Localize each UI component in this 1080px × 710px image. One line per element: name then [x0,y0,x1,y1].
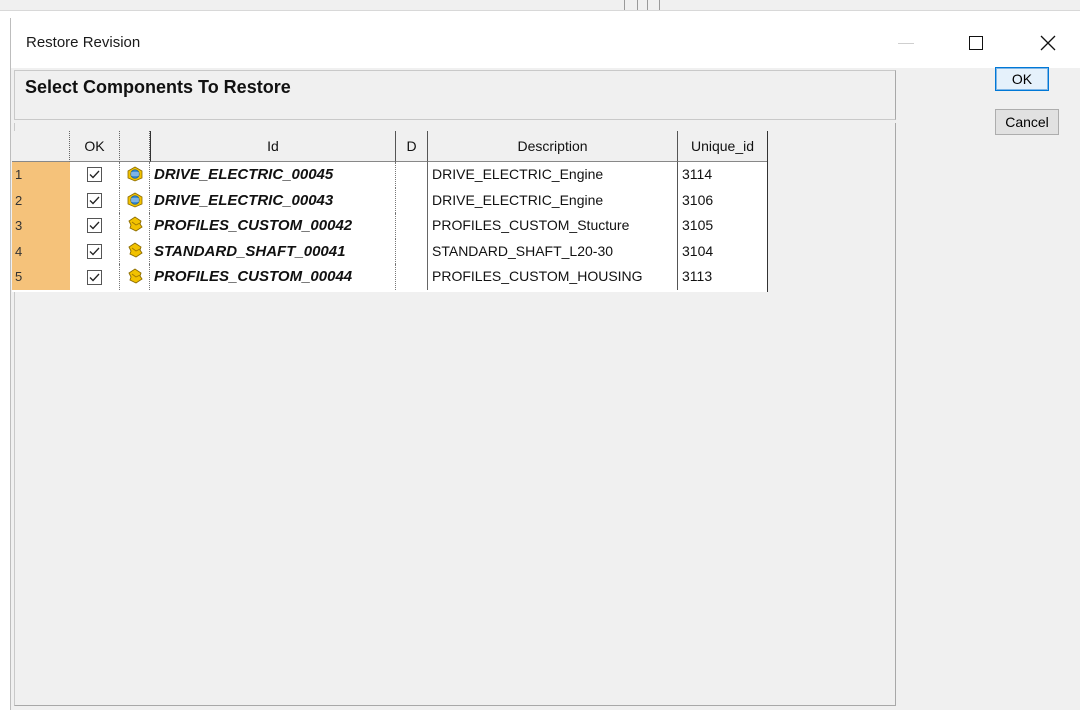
header-panel: Select Components To Restore [14,70,896,120]
icon-cell [120,264,150,290]
column-header-ok[interactable]: OK [70,131,120,162]
row-number: 1 [12,162,70,188]
ok-checkbox-cell[interactable] [70,238,120,265]
d-cell [396,162,428,188]
checkmark-icon [89,170,100,179]
ok-checkbox-cell[interactable] [70,213,120,239]
ok-checkbox[interactable] [87,269,102,285]
row-number: 5 [12,264,70,290]
row-number-header [12,131,70,162]
description-cell: DRIVE_ELECTRIC_Engine [428,162,678,188]
window-title: Restore Revision [26,34,141,51]
id-cell[interactable]: STANDARD_SHAFT_00041 [150,238,396,265]
part-icon [125,267,145,288]
description-cell: PROFILES_CUSTOM_Stucture [428,213,678,239]
unique-id-cell: 3104 [682,242,714,259]
background-strip [0,0,1080,11]
ok-button[interactable]: OK [995,67,1049,91]
icon-cell [120,238,150,265]
minimize-button[interactable] [883,18,929,68]
icon-cell [120,187,150,214]
checkmark-icon [89,247,100,256]
assembly-icon [125,164,145,185]
row-number: 3 [12,213,70,239]
table-right-edge [767,131,768,292]
column-header-id[interactable]: Id [150,131,396,162]
column-header-unique-id[interactable]: Unique_id [678,131,768,162]
unique-id-cell: 3113 [682,268,713,285]
description-cell: STANDARD_SHAFT_L20-30 [428,238,678,265]
ok-checkbox-cell[interactable] [70,162,120,188]
ok-checkbox-cell[interactable] [70,264,120,290]
row-number: 2 [12,187,70,214]
part-icon [125,215,145,236]
close-icon [1040,35,1056,51]
icon-cell [120,162,150,188]
row-number: 4 [12,238,70,265]
column-header-description[interactable]: Description [428,131,678,162]
d-cell [396,238,428,265]
splitter-grip [624,0,660,10]
unique-id-cell: 3106 [682,191,714,208]
components-table: OK Id D Description Unique_id 1 DRIVE_ELE… [12,131,768,292]
ok-checkbox-cell[interactable] [70,187,120,214]
maximize-button[interactable] [953,18,999,68]
panel-caption: Select Components To Restore [25,77,291,97]
restore-revision-dialog: Restore Revision Select Components To Re… [10,18,1080,710]
minimize-icon [898,42,914,44]
column-header-d[interactable]: D [396,131,428,162]
checkmark-icon [89,196,100,205]
unique-id-cell: 3105 [682,217,714,234]
id-cell[interactable]: PROFILES_CUSTOM_00044 [150,264,396,290]
checkmark-icon [89,222,100,230]
unique-id-cell: 3114 [682,166,713,182]
description-cell: DRIVE_ELECTRIC_Engine [428,187,678,214]
id-cell[interactable]: DRIVE_ELECTRIC_00043 [150,187,396,214]
ok-checkbox[interactable] [87,167,102,183]
description-cell: PROFILES_CUSTOM_HOUSING [428,264,678,290]
maximize-icon [969,36,983,50]
id-cell[interactable]: PROFILES_CUSTOM_00042 [150,213,396,239]
part-icon [125,241,145,262]
ok-checkbox[interactable] [87,244,102,260]
cancel-button[interactable]: Cancel [995,109,1059,135]
id-cell[interactable]: DRIVE_ELECTRIC_00045 [150,162,396,188]
title-bar: Restore Revision [11,18,1080,68]
d-cell [396,213,428,239]
d-cell [396,187,428,214]
d-cell [396,264,428,290]
assembly-icon [125,190,145,211]
icon-cell [120,213,150,239]
ok-checkbox[interactable] [87,218,102,234]
column-header-icon[interactable] [120,131,150,162]
close-button[interactable] [1025,18,1071,68]
ok-checkbox[interactable] [87,192,102,208]
checkmark-icon [89,273,100,282]
